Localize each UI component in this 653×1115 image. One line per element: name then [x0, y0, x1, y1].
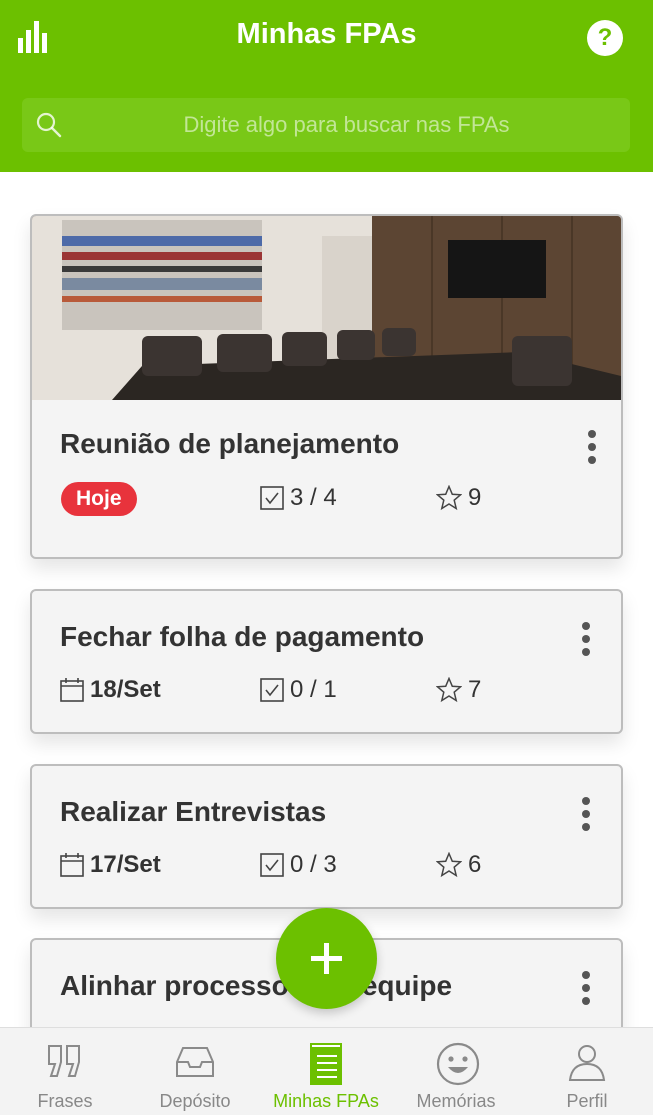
meeting-room-photo	[32, 216, 621, 400]
app-header: Minhas FPAs ?	[0, 0, 653, 172]
help-icon[interactable]: ?	[587, 20, 623, 56]
tasks-count: 3 / 4	[260, 481, 337, 515]
stars-count-text: 9	[468, 484, 482, 511]
page-title: Minhas FPAs	[236, 18, 417, 50]
checkbox-icon	[260, 678, 284, 702]
due-date-text: 17/Set	[90, 851, 161, 878]
plus-icon	[311, 943, 342, 974]
due-date: 18/Set	[60, 673, 161, 707]
due-today-badge: Hoje	[61, 482, 137, 516]
more-options-icon[interactable]	[580, 970, 592, 1006]
more-options-icon[interactable]	[580, 621, 592, 657]
inbox-icon	[176, 1047, 214, 1077]
search-bar[interactable]	[22, 98, 630, 152]
more-options-icon[interactable]	[586, 429, 598, 465]
card-title: Realizar Entrevistas	[60, 796, 327, 827]
nav-label: Memórias	[416, 1091, 496, 1111]
checkbox-icon	[260, 853, 284, 877]
star-icon	[436, 677, 462, 703]
fpa-card[interactable]: Realizar Entrevistas 17/Set 0 / 3 6	[30, 764, 623, 909]
nav-label: Depósito	[159, 1091, 231, 1111]
nav-item-minhas-fpas[interactable]: Minhas FPAs	[261, 1028, 391, 1115]
tasks-count-text: 3 / 4	[290, 484, 337, 511]
card-title: Fechar folha de pagamento	[60, 621, 425, 652]
nav-item-memorias[interactable]: Memórias	[391, 1028, 521, 1115]
bottom-nav: Frases Depósito Minhas FPAs Memórias Per…	[0, 1027, 653, 1115]
due-date-text: 18/Set	[90, 676, 161, 703]
tasks-count-text: 0 / 1	[290, 676, 337, 703]
card-title: Alinhar processo com equipe	[60, 970, 453, 1001]
search-icon	[36, 112, 62, 138]
search-input[interactable]	[74, 98, 619, 152]
fpa-card[interactable]: Fechar folha de pagamento 18/Set 0 / 1 7	[30, 589, 623, 734]
stars-count: 7	[436, 673, 481, 707]
notepad-icon	[310, 1043, 342, 1085]
stars-count-text: 6	[468, 851, 482, 878]
quote-icon	[48, 1045, 80, 1077]
tasks-count: 0 / 1	[260, 673, 337, 707]
nav-item-perfil[interactable]: Perfil	[522, 1028, 652, 1115]
nav-item-deposito[interactable]: Depósito	[130, 1028, 260, 1115]
smiley-icon	[436, 1042, 480, 1086]
card-title: Reunião de planejamento	[60, 428, 400, 459]
nav-label: Perfil	[566, 1091, 608, 1111]
nav-item-frases[interactable]: Frases	[0, 1028, 130, 1115]
stars-count: 9	[436, 481, 481, 515]
tasks-count: 0 / 3	[260, 848, 337, 882]
nav-label: Frases	[37, 1091, 93, 1111]
star-icon	[436, 852, 462, 878]
calendar-icon	[60, 678, 84, 702]
calendar-icon	[60, 853, 84, 877]
tasks-count-text: 0 / 3	[290, 851, 337, 878]
star-icon	[436, 485, 462, 511]
due-date: 17/Set	[60, 848, 161, 882]
stars-count: 6	[436, 848, 481, 882]
more-options-icon[interactable]	[580, 796, 592, 832]
fpa-card[interactable]: Reunião de planejamento Hoje 3 / 4 9	[30, 214, 623, 559]
stars-count-text: 7	[468, 676, 482, 703]
add-fpa-button[interactable]	[276, 908, 377, 1009]
checkbox-icon	[260, 486, 284, 510]
user-icon	[568, 1045, 606, 1081]
nav-label: Minhas FPAs	[273, 1091, 379, 1111]
